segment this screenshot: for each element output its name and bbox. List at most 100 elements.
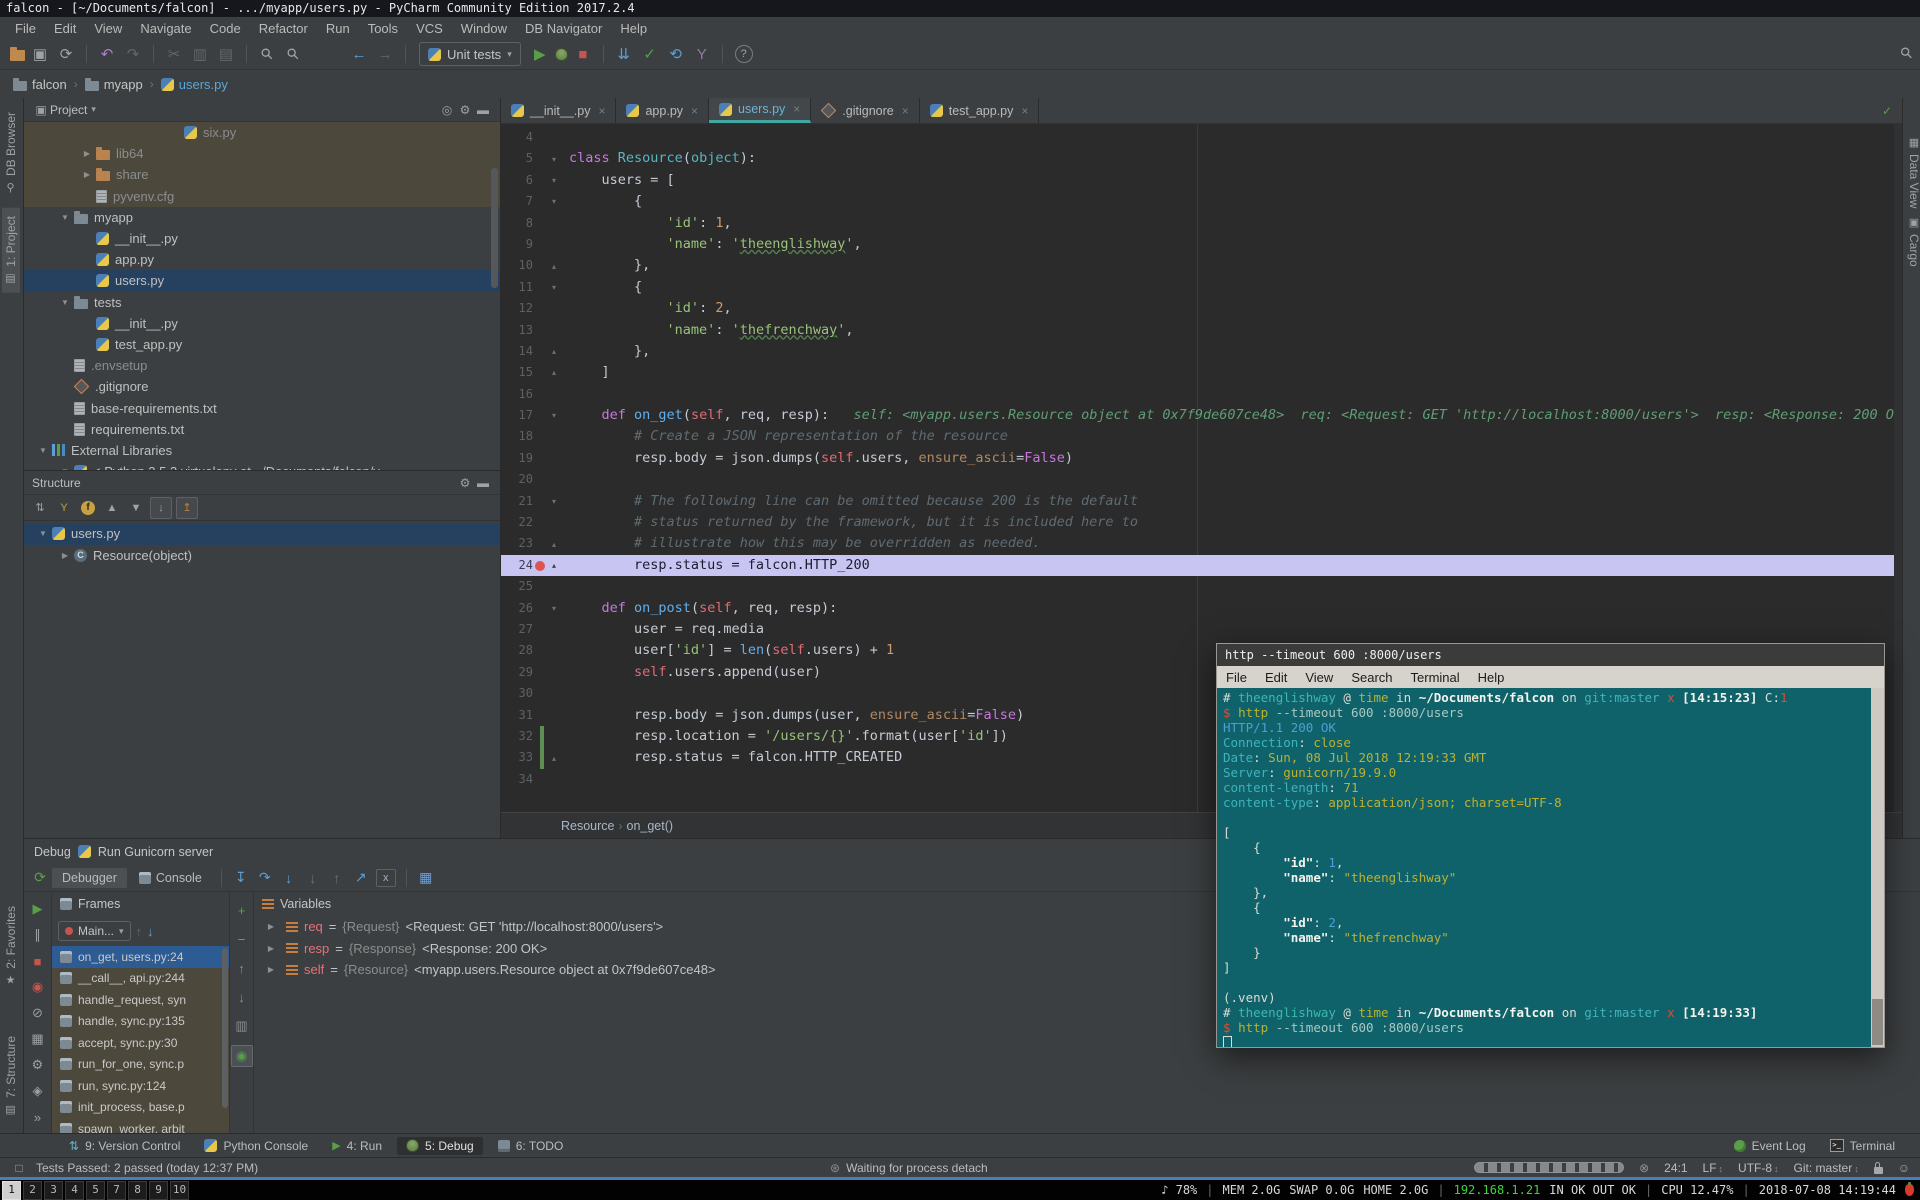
- workspace-button-1[interactable]: 1: [2, 1181, 21, 1200]
- debug-tab-debugger[interactable]: Debugger: [52, 868, 127, 888]
- code-text[interactable]: # illustrate how this may be overridden …: [561, 533, 1902, 554]
- forward-icon[interactable]: →: [374, 43, 396, 65]
- step-into-icon[interactable]: ↓: [277, 867, 301, 889]
- chevron-down-icon[interactable]: ▼: [56, 298, 74, 307]
- stop-icon[interactable]: ■: [572, 43, 594, 65]
- code-text[interactable]: # The following line can be omitted beca…: [561, 491, 1902, 512]
- inspections-ok-icon[interactable]: ✓: [1882, 104, 1892, 118]
- sort-alpha-icon[interactable]: ⇅: [30, 498, 50, 518]
- frame-item-handle-request-syn[interactable]: handle_request, syn: [52, 989, 229, 1011]
- settings-layout-icon[interactable]: ▦: [414, 867, 438, 889]
- terminal-menu-search[interactable]: Search: [1342, 670, 1401, 685]
- tree-item-resource-object[interactable]: ▶CResource(object): [24, 545, 500, 567]
- paste-icon[interactable]: ▤: [215, 43, 237, 65]
- fold-collapse-icon[interactable]: ▾: [547, 155, 561, 164]
- force-step-into-icon[interactable]: ↓: [301, 867, 325, 889]
- fold-collapse-icon[interactable]: ▾: [547, 497, 561, 506]
- tree-item-python-3-5-3-virtualenv-at-documents-falcon-v[interactable]: ▼< Python 3.5.3 virtualenv at ~/Document…: [24, 461, 500, 470]
- fold-end-icon[interactable]: ▴: [547, 262, 561, 271]
- editor-tab-users-py[interactable]: users.py×: [709, 98, 811, 123]
- tree-item-base-requirements-txt[interactable]: base-requirements.txt: [24, 397, 500, 418]
- workspace-button-5[interactable]: 5: [86, 1181, 105, 1200]
- code-text[interactable]: user = req.media: [561, 619, 1902, 640]
- code-line-19[interactable]: 19 resp.body = json.dumps(self.users, en…: [501, 448, 1902, 469]
- pause-icon[interactable]: ∥: [27, 922, 49, 948]
- replace-icon[interactable]: ⚲: [277, 38, 308, 69]
- menu-refactor[interactable]: Refactor: [250, 21, 317, 36]
- fold-collapse-icon[interactable]: ▾: [547, 604, 561, 613]
- code-text[interactable]: ]: [561, 362, 1902, 383]
- code-text[interactable]: 'id': 1,: [561, 213, 1902, 234]
- frame-up-icon[interactable]: ↑: [136, 924, 143, 939]
- tool-stripe-1-project[interactable]: ▤1: Project: [2, 208, 20, 293]
- code-line-21[interactable]: 21▾ # The following line can be omitted …: [501, 491, 1902, 512]
- menu-view[interactable]: View: [85, 21, 131, 36]
- git-branch-selector[interactable]: Git: master↕: [1794, 1161, 1859, 1175]
- encoding-selector[interactable]: UTF-8↕: [1738, 1161, 1779, 1175]
- fold-end-icon[interactable]: ▴: [547, 347, 561, 356]
- evaluate-expression-icon[interactable]: x: [376, 869, 396, 887]
- tree-item-app-py[interactable]: app.py: [24, 249, 500, 270]
- tree-item-lib64[interactable]: ▶lib64: [24, 143, 500, 164]
- tree-item-six-py[interactable]: six.py: [24, 122, 500, 143]
- autoscroll-to-source-icon[interactable]: ↓: [150, 497, 172, 519]
- code-text[interactable]: users = [: [561, 170, 1902, 191]
- editor-breadcrumb-item[interactable]: on_get(): [627, 819, 674, 833]
- debugger-settings-icon[interactable]: ⚙: [27, 1052, 49, 1078]
- rerun-icon[interactable]: ⟳: [28, 867, 52, 889]
- menu-vcs[interactable]: VCS: [407, 21, 452, 36]
- new-watch-icon[interactable]: +: [232, 900, 252, 920]
- editor-tab-gitignore[interactable]: .gitignore×: [811, 98, 919, 123]
- code-line-12[interactable]: 12 'id': 2,: [501, 298, 1902, 319]
- settings-icon[interactable]: ⚙: [456, 102, 474, 118]
- chevron-right-icon[interactable]: ▶: [56, 551, 74, 560]
- view-breakpoints-icon[interactable]: ◉: [27, 974, 49, 1000]
- show-values-inline-icon[interactable]: ◉: [231, 1045, 253, 1067]
- open-file-icon[interactable]: [10, 50, 25, 61]
- code-line-23[interactable]: 23▴ # illustrate how this may be overrid…: [501, 533, 1902, 554]
- editor-tab-init-py[interactable]: __init__.py×: [501, 98, 616, 123]
- run-icon[interactable]: ▶: [529, 43, 551, 65]
- frame-down-icon[interactable]: ↓: [147, 924, 154, 939]
- code-line-16[interactable]: 16: [501, 384, 1902, 405]
- restore-layout-icon[interactable]: ▦: [27, 1026, 49, 1052]
- frame-item-run-for-one-sync-p[interactable]: run_for_one, sync.p: [52, 1054, 229, 1076]
- remove-watch-icon[interactable]: −: [232, 929, 252, 949]
- tree-item-myapp[interactable]: ▼myapp: [24, 207, 500, 228]
- tree-item-init-py[interactable]: __init__.py: [24, 313, 500, 334]
- resume-icon[interactable]: ▶: [27, 896, 49, 922]
- thread-dropdown[interactable]: Main... ▾: [58, 921, 131, 941]
- tool-button-event-log[interactable]: Event Log: [1725, 1137, 1815, 1155]
- cut-icon[interactable]: ✂: [163, 43, 185, 65]
- cancel-process-icon[interactable]: ⊗: [1639, 1161, 1649, 1175]
- tool-button-6-todo[interactable]: 6: TODO: [489, 1137, 573, 1155]
- fold-end-icon[interactable]: ▴: [547, 754, 561, 763]
- code-line-9[interactable]: 9 'name': 'theenglishway',: [501, 234, 1902, 255]
- readonly-lock-icon[interactable]: [1874, 1167, 1883, 1174]
- duplicate-icon[interactable]: ▥: [232, 1016, 252, 1036]
- project-scrollbar[interactable]: [491, 168, 498, 288]
- breakpoint-icon[interactable]: [535, 561, 545, 571]
- code-text[interactable]: # Create a JSON representation of the re…: [561, 426, 1902, 447]
- more-icon[interactable]: »: [27, 1104, 49, 1130]
- code-line-24[interactable]: 24▴ resp.status = falcon.HTTP_200: [501, 555, 1902, 576]
- tool-stripe-2-favorites[interactable]: ★2: Favorites: [2, 898, 20, 995]
- fold-collapse-icon[interactable]: ▾: [547, 197, 561, 206]
- menu-tools[interactable]: Tools: [359, 21, 407, 36]
- tree-item-init-py[interactable]: __init__.py: [24, 228, 500, 249]
- menu-run[interactable]: Run: [317, 21, 359, 36]
- vcs-branch-icon[interactable]: Y: [691, 43, 713, 65]
- chevron-down-icon[interactable]: ▾: [91, 104, 96, 115]
- vcs-rollback-icon[interactable]: ⟲: [665, 43, 687, 65]
- chevron-right-icon[interactable]: ▶: [262, 922, 280, 931]
- tool-stripe-7-structure[interactable]: ▤7: Structure: [2, 1028, 20, 1124]
- step-out-icon[interactable]: ↑: [325, 867, 349, 889]
- step-over-icon[interactable]: ↷: [253, 867, 277, 889]
- hide-panel-icon[interactable]: ▬: [474, 102, 492, 118]
- caret-position[interactable]: 24:1: [1664, 1161, 1687, 1175]
- close-icon[interactable]: ×: [598, 104, 605, 118]
- fold-end-icon[interactable]: ▴: [547, 561, 561, 570]
- expand-all-icon[interactable]: ▲: [102, 498, 122, 518]
- move-up-icon[interactable]: ↑: [232, 958, 252, 978]
- fold-collapse-icon[interactable]: ▾: [547, 283, 561, 292]
